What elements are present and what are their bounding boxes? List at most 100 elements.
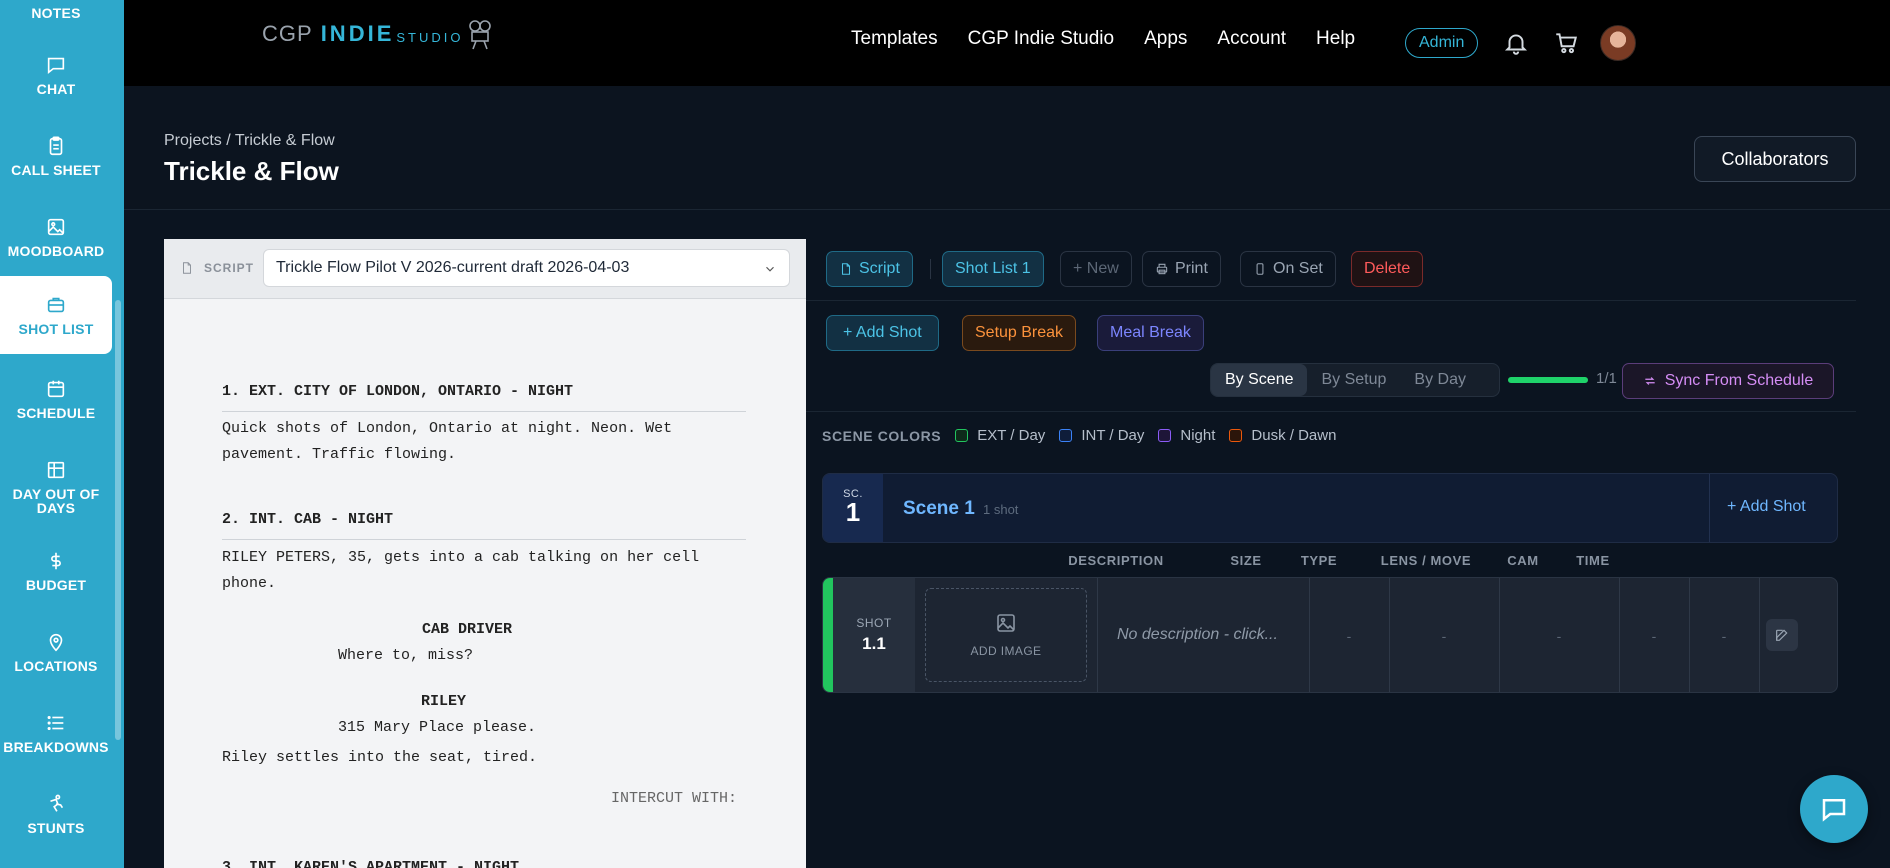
legend-ext-day: EXT / Day (955, 427, 1045, 444)
shot-number: 1.1 (862, 634, 886, 653)
edit-shot-button[interactable] (1766, 619, 1798, 651)
nav-link-help[interactable]: Help (1316, 28, 1355, 50)
file-icon (841, 263, 851, 275)
shot-time-value[interactable]: - (1689, 628, 1759, 644)
dollar-icon (51, 552, 61, 570)
logo-studio: STUDIO (396, 29, 464, 45)
table-icon (47, 461, 65, 479)
logo-indie: INDIE (320, 21, 395, 46)
meal-break-button[interactable]: Meal Break (1097, 315, 1204, 351)
nav-link-templates[interactable]: Templates (851, 28, 938, 50)
action-line: Riley settles into the seat, tired. (222, 749, 538, 766)
new-button-label: + New (1073, 260, 1119, 277)
sidebar-item-moodboard[interactable]: MOODBOARD (0, 198, 112, 276)
script-draft-value: Trickle Flow Pilot V 2026-current draft … (276, 259, 630, 276)
cart-icon[interactable] (1553, 30, 1579, 56)
shot-cam-value[interactable]: - (1619, 628, 1689, 644)
scene-add-shot-button[interactable]: + Add Shot (1727, 498, 1806, 516)
page-title: Trickle & Flow (164, 156, 339, 186)
image-icon (47, 218, 65, 236)
dialogue-line: 315 Mary Place please. (338, 719, 537, 736)
sidebar-item-label: BREAKDOWNS (3, 739, 109, 755)
sidebar-item-budget[interactable]: BUDGET (0, 532, 112, 610)
on-set-button-label: On Set (1273, 260, 1323, 277)
shot-description[interactable]: No description - click... (1117, 626, 1278, 644)
nav-link-account[interactable]: Account (1217, 28, 1286, 50)
sidebar-item-notes[interactable]: NOTES (0, 0, 112, 38)
sidebar-item-label: STUNTS (27, 820, 85, 836)
sidebar-item-chat[interactable]: CHAT (0, 36, 112, 114)
script-draft-select[interactable]: Trickle Flow Pilot V 2026-current draft … (263, 249, 790, 287)
shot-size-value[interactable]: - (1309, 628, 1389, 644)
phone-icon (1256, 263, 1264, 275)
stunt-icon (50, 794, 64, 812)
column-header-type: TYPE (1300, 553, 1338, 568)
scene-number: 1 (845, 497, 861, 527)
scene-row[interactable]: SC. 1 Scene 1 1 shot + Add Shot (822, 473, 1838, 543)
film-camera-icon (468, 20, 491, 50)
print-button[interactable]: Print (1142, 251, 1221, 287)
scene-colors-legend: SCENE COLORS EXT / Day INT / Day Night D… (822, 427, 1350, 444)
nav-link-cgp-indie-studio[interactable]: CGP Indie Studio (968, 28, 1114, 50)
toolbar-separator (806, 300, 1856, 301)
scene-heading-rule (222, 539, 746, 540)
scene-heading-1[interactable]: 1. EXT. CITY OF LONDON, ONTARIO - NIGHT (222, 379, 573, 405)
view-by-scene[interactable]: By Scene (1211, 364, 1308, 396)
dialogue-line: Where to, miss? (338, 647, 474, 664)
shot-list-panel: Script Shot List 1 + New Print On Set De… (806, 239, 1856, 868)
chat-button[interactable] (1800, 775, 1868, 843)
on-set-button[interactable]: On Set (1240, 251, 1336, 287)
action-line: phone. (222, 575, 277, 592)
add-shot-button[interactable]: + Add Shot (826, 315, 939, 351)
map-pin-icon (49, 633, 63, 652)
shot-number-cell: SHOT 1.1 (833, 578, 915, 692)
sidebar-item-day-out-of-days[interactable]: DAY OUT OF DAYS (0, 448, 112, 526)
breadcrumb[interactable]: Projects / Trickle & Flow (164, 132, 335, 150)
sidebar-item-label: NOTES (31, 5, 81, 21)
sidebar-item-schedule[interactable]: SCHEDULE (0, 360, 112, 438)
script-label: SCRIPT (180, 261, 254, 275)
character-name: RILEY (421, 693, 467, 710)
admin-badge[interactable]: Admin (1405, 28, 1479, 58)
collaborators-button[interactable]: Collaborators (1694, 136, 1856, 182)
legend-night: Night (1158, 427, 1215, 444)
clipboard-icon (49, 136, 63, 156)
shot-lens-value[interactable]: - (1499, 628, 1619, 644)
sidebar-item-call-sheet[interactable]: CALL SHEET (0, 117, 112, 195)
setup-break-button[interactable]: Setup Break (962, 315, 1077, 351)
legend-label: INT / Day (1081, 427, 1145, 444)
script-button[interactable]: Script (826, 251, 913, 287)
logo[interactable]: CGP INDIE STUDIO (262, 18, 494, 50)
delete-button[interactable]: Delete (1351, 251, 1424, 287)
view-by-day[interactable]: By Day (1400, 364, 1480, 396)
tab-shot-list-1[interactable]: Shot List 1 (942, 251, 1044, 287)
new-shot-list-button[interactable]: + New (1060, 251, 1132, 287)
avatar[interactable] (1600, 25, 1636, 61)
script-bar: SCRIPT Trickle Flow Pilot V 2026-current… (164, 239, 806, 299)
legend-dusk-dawn: Dusk / Dawn (1229, 427, 1336, 444)
sidebar-item-shot-list[interactable]: SHOT LIST (0, 276, 112, 354)
character-name: CAB DRIVER (422, 621, 513, 638)
view-by-setup[interactable]: By Setup (1307, 364, 1400, 396)
sync-icon (1645, 377, 1655, 385)
logo-cgp: CGP (262, 21, 313, 46)
sidebar-item-locations[interactable]: LOCATIONS (0, 613, 112, 691)
sidebar-item-label: SHOT LIST (18, 321, 94, 337)
sidebar-scrollbar[interactable] (115, 300, 121, 740)
page-header: Projects / Trickle & Flow Trickle & Flow… (124, 86, 1890, 210)
shot-type-value[interactable]: - (1389, 628, 1499, 644)
nav-link-apps[interactable]: Apps (1144, 28, 1187, 50)
scene-heading-3[interactable]: 3. INT. KAREN'S APARTMENT - NIGHT (222, 855, 519, 868)
nav-links: Templates CGP Indie Studio Apps Account … (851, 28, 1385, 50)
sync-from-schedule-button[interactable]: Sync From Schedule (1622, 363, 1834, 399)
print-button-label: Print (1175, 260, 1208, 277)
sidebar-item-stunts[interactable]: STUNTS (0, 775, 112, 853)
sidebar-item-label: CHAT (36, 81, 76, 97)
bell-icon[interactable] (1503, 30, 1529, 56)
sidebar-item-breakdowns[interactable]: BREAKDOWNS (0, 694, 112, 772)
legend-swatch (955, 429, 969, 442)
section-separator (806, 411, 1856, 412)
scene-heading-2[interactable]: 2. INT. CAB - NIGHT (222, 507, 393, 533)
add-image-dropzone[interactable]: ADD IMAGE (925, 588, 1087, 682)
shot-row[interactable]: SHOT 1.1 ADD IMAGE No description - clic… (822, 577, 1838, 693)
